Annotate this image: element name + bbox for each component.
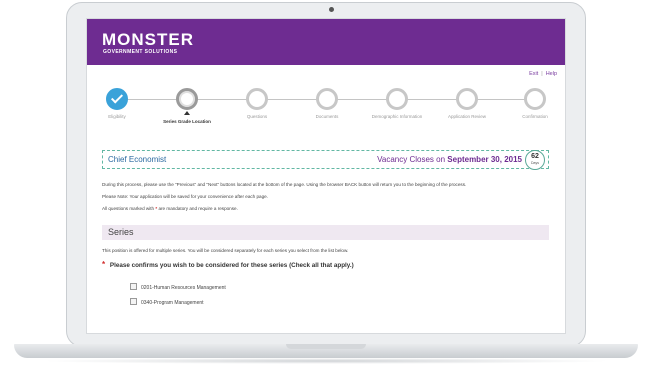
series-section-header: Series	[102, 225, 549, 240]
step-circle-icon	[176, 88, 198, 110]
laptop-notch	[286, 344, 366, 349]
job-header: Chief Economist Vacancy Closes on Septem…	[102, 150, 549, 169]
required-asterisk-icon: *	[155, 206, 158, 211]
step-demographic-information[interactable]: Demographic Information	[367, 88, 427, 119]
step-label: Questions	[246, 114, 268, 119]
step-label: Demographic Information	[371, 114, 423, 119]
step-label: Application Review	[447, 114, 487, 119]
days-label: Days	[531, 161, 539, 165]
step-confirmation[interactable]: Confirmation	[505, 88, 565, 119]
vacancy-date: September 30, 2015	[447, 155, 522, 164]
webcam-icon	[329, 7, 334, 12]
step-questions[interactable]: Questions	[227, 88, 287, 119]
help-link[interactable]: Help	[546, 71, 557, 77]
days-remaining-badge: 62 Days	[525, 150, 545, 170]
question-hint: (Check all that apply.)	[289, 262, 354, 269]
step-series-grade-location[interactable]: Series Grade Location	[157, 88, 217, 124]
brand-logo-name: MONSTER	[102, 30, 194, 49]
brand-header: MONSTER GOVERNMENT SOLUTIONS	[87, 19, 565, 65]
series-question: * Please confirms you wish to be conside…	[102, 260, 354, 269]
progress-steps: Eligibility Series Grade Location Questi…	[87, 85, 565, 135]
step-label: Series Grade Location	[163, 119, 211, 124]
step-circle-icon	[456, 88, 478, 110]
step-circle-icon	[316, 88, 338, 110]
instruction-save-note: Please Note: Your application will be sa…	[102, 194, 268, 199]
vacancy-close: Vacancy Closes on September 30, 2015	[377, 155, 522, 164]
step-circle-icon	[246, 88, 268, 110]
vacancy-label: Vacancy Closes on	[377, 155, 446, 164]
series-checkbox[interactable]	[130, 298, 137, 305]
step-documents[interactable]: Documents	[297, 88, 357, 119]
required-text-suffix: are mandatory and require a response.	[158, 206, 238, 211]
instruction-navigation: During this process, please use the "Pre…	[102, 182, 467, 187]
question-text: Please confirms you wish to be considere…	[109, 262, 288, 269]
series-checkbox[interactable]	[130, 283, 137, 290]
checkmark-icon	[106, 88, 128, 110]
link-separator: |	[541, 71, 543, 77]
top-links: Exit | Help	[529, 71, 557, 77]
series-heading: Series	[108, 227, 134, 237]
laptop-shadow	[40, 358, 612, 364]
brand-logo-subtitle: GOVERNMENT SOLUTIONS	[103, 49, 178, 55]
browser-screen: MONSTER GOVERNMENT SOLUTIONS Exit | Help E…	[86, 18, 566, 334]
step-circle-icon	[524, 88, 546, 110]
instruction-required: All questions marked with * are mandator…	[102, 206, 238, 211]
days-count: 62	[531, 153, 539, 160]
job-title: Chief Economist	[108, 155, 167, 164]
series-note: This position is offered for multiple se…	[102, 248, 349, 253]
current-step-pointer-icon	[184, 111, 190, 115]
required-asterisk-icon: *	[102, 260, 106, 269]
step-circle-icon	[386, 88, 408, 110]
series-option-label: 0340-Program Management	[141, 300, 204, 306]
required-text-prefix: All questions marked with	[102, 206, 155, 211]
step-label: Eligibility	[108, 114, 126, 119]
series-option[interactable]: 0340-Program Management	[130, 298, 204, 306]
series-option[interactable]: 0201-Human Resources Management	[130, 283, 226, 291]
step-eligibility[interactable]: Eligibility	[87, 88, 147, 119]
series-option-label: 0201-Human Resources Management	[141, 285, 226, 291]
exit-link[interactable]: Exit	[529, 71, 538, 77]
step-label: Confirmation	[522, 114, 548, 119]
step-label: Documents	[315, 114, 339, 119]
step-application-review[interactable]: Application Review	[437, 88, 497, 119]
